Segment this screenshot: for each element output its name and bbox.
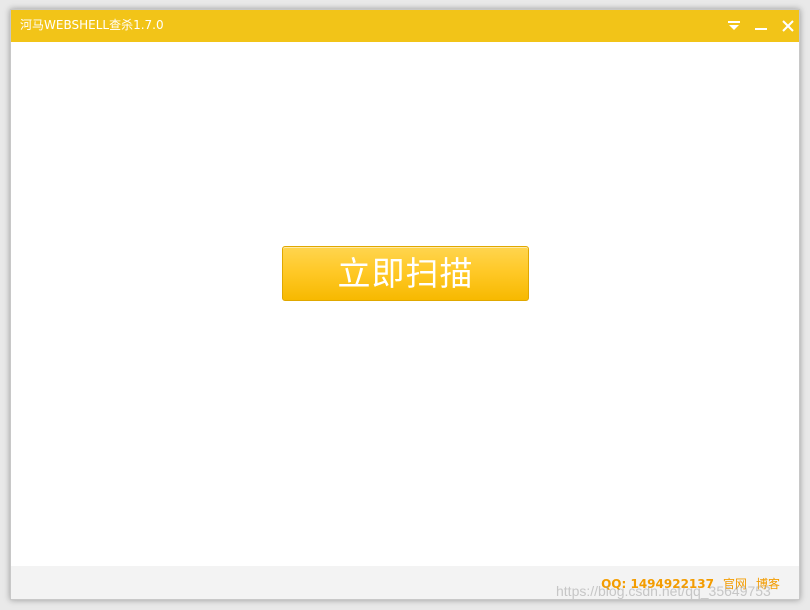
- app-window: 河马WEBSHELL查杀1.7.0 立即扫描 QQ: 1494922137 官网: [10, 9, 800, 600]
- window-title: 河马WEBSHELL查杀1.7.0: [20, 18, 164, 32]
- csdn-watermark: https://blog.csdn.net/qq_35649753: [556, 583, 771, 599]
- minimize-button[interactable]: [751, 16, 771, 36]
- main-content: 立即扫描: [11, 42, 799, 566]
- menu-dropdown-button[interactable]: [724, 16, 744, 36]
- title-bar[interactable]: 河马WEBSHELL查杀1.7.0: [11, 10, 799, 42]
- close-button[interactable]: [778, 16, 798, 36]
- close-icon: [782, 20, 794, 32]
- scan-now-button[interactable]: 立即扫描: [282, 246, 529, 301]
- menu-dropdown-icon: [728, 21, 740, 30]
- minimize-icon: [755, 28, 767, 30]
